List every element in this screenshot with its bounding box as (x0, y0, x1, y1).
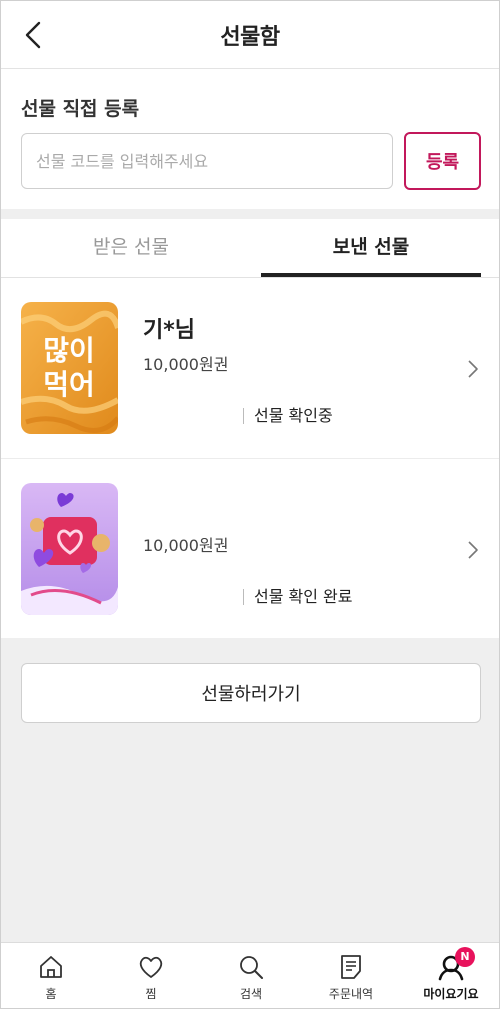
nav-search[interactable]: 검색 (201, 943, 301, 1008)
nav-label: 마이요기요 (423, 987, 479, 1001)
svg-text:많이: 많이 (43, 334, 95, 367)
gift-list: 많이 먹어 기*님 10,000원권 선물 확인중 10,000원권 선물 확인… (1, 278, 499, 638)
svg-text:먹어: 먹어 (43, 368, 95, 401)
gift-amount: 10,000원권 (143, 536, 229, 555)
go-gift-button[interactable]: 선물하러가기 (21, 663, 481, 723)
tab-received-gifts[interactable]: 받은 선물 (21, 219, 241, 277)
recipient-name: 기*님 (143, 318, 195, 343)
gift-item[interactable]: 10,000원권 선물 확인 완료 (1, 458, 499, 639)
receipt-icon (341, 955, 361, 979)
home-icon (40, 956, 62, 978)
food-card-image: 많이 먹어 (21, 302, 118, 434)
chevron-right-icon (468, 541, 478, 559)
gift-thumbnail (21, 483, 118, 615)
header: 선물함 (1, 1, 499, 69)
bottom-nav: 홈 찜 검색 주문내역 N 마이요기요 (1, 942, 499, 1008)
page-title: 선물함 (220, 25, 280, 50)
gift-status: 선물 확인중 (243, 408, 333, 424)
nav-home[interactable]: 홈 (1, 943, 101, 1008)
nav-label: 주문내역 (328, 987, 374, 1001)
nav-label: 찜 (145, 987, 157, 1001)
gift-thumbnail: 많이 먹어 (21, 302, 118, 434)
notification-badge: N (455, 947, 475, 967)
register-title: 선물 직접 등록 (21, 98, 140, 120)
gift-register-section: 선물 직접 등록 등록 (1, 69, 499, 209)
app-frame: 선물함 선물 직접 등록 등록 받은 선물 보낸 선물 (0, 0, 500, 1009)
nav-orders[interactable]: 주문내역 (301, 943, 401, 1008)
register-button[interactable]: 등록 (404, 132, 481, 190)
heart-icon (139, 956, 163, 978)
nav-label: 검색 (239, 987, 263, 1001)
tab-sent-gifts[interactable]: 보낸 선물 (261, 219, 481, 277)
nav-label: 홈 (45, 987, 57, 1001)
nav-my-page[interactable]: N 마이요기요 (401, 943, 499, 1008)
search-icon (240, 956, 263, 979)
gift-amount: 10,000원권 (143, 355, 229, 374)
gift-item[interactable]: 많이 먹어 기*님 10,000원권 선물 확인중 (1, 278, 499, 458)
gift-code-input[interactable] (21, 133, 393, 189)
gift-tabs: 받은 선물 보낸 선물 (1, 219, 499, 278)
gift-status: 선물 확인 완료 (243, 589, 353, 605)
chevron-right-icon (468, 360, 478, 378)
heart-card-image (21, 483, 118, 615)
nav-favorites[interactable]: 찜 (101, 943, 201, 1008)
